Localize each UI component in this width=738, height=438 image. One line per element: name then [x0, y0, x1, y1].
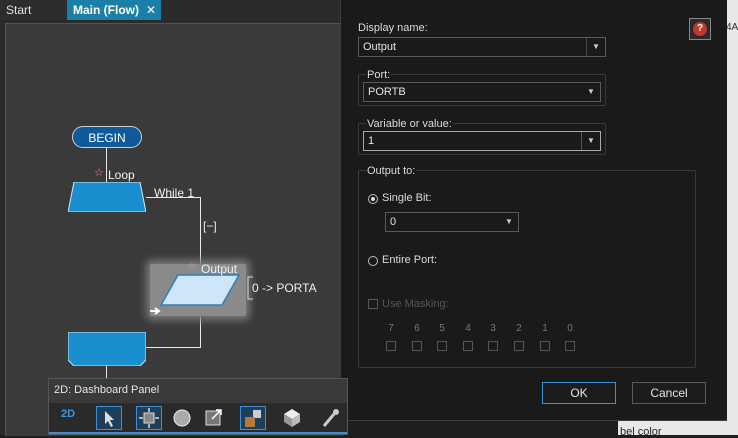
- layout-tool[interactable]: [240, 406, 266, 430]
- loop-end-block[interactable]: [68, 332, 146, 366]
- port-value: PORTB: [368, 86, 406, 98]
- mask-bit-checkbox[interactable]: [437, 341, 447, 351]
- variable-label: Variable or value:: [366, 118, 453, 130]
- strip-text: 4A: [726, 22, 738, 33]
- canvas-area[interactable]: [5, 23, 343, 436]
- port-label: Port:: [366, 69, 392, 81]
- use-masking-checkbox[interactable]: [368, 299, 378, 309]
- pointer-tool[interactable]: [96, 406, 122, 430]
- output-block[interactable]: [160, 274, 240, 306]
- output-label: Output: [201, 262, 238, 276]
- tab-label: Main (Flow): [73, 3, 139, 17]
- mask-bit-number: 4: [465, 323, 471, 334]
- output-comment: 0 -> PORTA: [252, 281, 317, 295]
- dashboard-title: 2D: Dashboard Panel: [54, 384, 160, 396]
- chevron-down-icon[interactable]: ▼: [586, 38, 605, 56]
- flow-line: [146, 347, 201, 348]
- dashboard-panel: 2D: Dashboard Panel 2D: [48, 378, 348, 435]
- chevron-down-icon[interactable]: ▼: [582, 83, 600, 101]
- arrow-right-icon: [150, 307, 161, 315]
- variable-value: 1: [368, 135, 375, 147]
- variable-input[interactable]: 1 ▼: [363, 131, 601, 151]
- cancel-button[interactable]: Cancel: [632, 382, 706, 404]
- mask-bit-number: 3: [490, 323, 496, 334]
- mask-bit-checkbox[interactable]: [386, 341, 396, 351]
- port-select[interactable]: PORTB ▼: [363, 82, 601, 102]
- collapse-toggle[interactable]: [−]: [203, 219, 217, 233]
- flowchart-canvas: [0, 20, 343, 436]
- cube-tool[interactable]: [280, 406, 306, 430]
- loop-label: Loop: [108, 168, 135, 182]
- mask-bit-number: 7: [388, 323, 394, 334]
- move-tool[interactable]: [136, 406, 162, 430]
- single-bit-radio[interactable]: [368, 194, 378, 204]
- begin-block[interactable]: BEGIN: [72, 126, 142, 148]
- mask-bit-number: 6: [414, 323, 420, 334]
- tab-start-page[interactable]: Start Page: [0, 0, 66, 37]
- mode-2d-label[interactable]: 2D: [61, 408, 75, 420]
- scale-tool[interactable]: [202, 406, 228, 430]
- star-icon: ☆: [94, 167, 104, 179]
- flow-line: [106, 148, 107, 182]
- close-icon[interactable]: ✕: [146, 0, 156, 20]
- mask-bit-checkbox[interactable]: [412, 341, 422, 351]
- mask-bit-checkbox[interactable]: [463, 341, 473, 351]
- display-name-label: Display name:: [358, 22, 428, 34]
- single-bit-value: 0: [390, 216, 397, 228]
- tab-main-flow[interactable]: Main (Flow) ✕: [67, 0, 161, 20]
- chevron-down-icon[interactable]: ▼: [500, 213, 518, 231]
- single-bit-select[interactable]: 0 ▼: [385, 212, 519, 232]
- help-icon: ?: [693, 22, 707, 36]
- rotate-tool[interactable]: [170, 406, 196, 430]
- mask-bit-number: 0: [567, 323, 573, 334]
- use-masking-label: Use Masking:: [382, 298, 449, 310]
- star-icon: ☆: [187, 261, 197, 273]
- mask-bit-number: 5: [439, 323, 445, 334]
- single-bit-label: Single Bit:: [382, 192, 432, 204]
- ok-button[interactable]: OK: [542, 382, 616, 404]
- loop-block[interactable]: [68, 182, 146, 212]
- display-name-value: Output: [363, 41, 397, 53]
- entire-port-label: Entire Port:: [382, 254, 438, 266]
- mask-bit-checkbox[interactable]: [565, 341, 575, 351]
- while-label: While 1: [154, 186, 195, 200]
- chevron-down-icon[interactable]: ▼: [581, 132, 600, 150]
- mask-bit-number: 1: [542, 323, 548, 334]
- properties-strip: 4A: [726, 0, 738, 435]
- mask-bit-checkbox[interactable]: [488, 341, 498, 351]
- toolbar-underline: [49, 432, 347, 434]
- probe-tool[interactable]: [320, 406, 346, 430]
- display-name-field[interactable]: Output ▼: [358, 37, 606, 57]
- dashboard-toolbar: 2D: [49, 403, 347, 434]
- property-label: bel color: [620, 426, 662, 438]
- output-to-label: Output to:: [366, 165, 417, 177]
- mask-bit-checkbox[interactable]: [514, 341, 524, 351]
- entire-port-radio[interactable]: [368, 256, 378, 266]
- help-button[interactable]: ?: [689, 18, 711, 40]
- mask-bit-number: 2: [516, 323, 522, 334]
- mask-bit-checkbox[interactable]: [540, 341, 550, 351]
